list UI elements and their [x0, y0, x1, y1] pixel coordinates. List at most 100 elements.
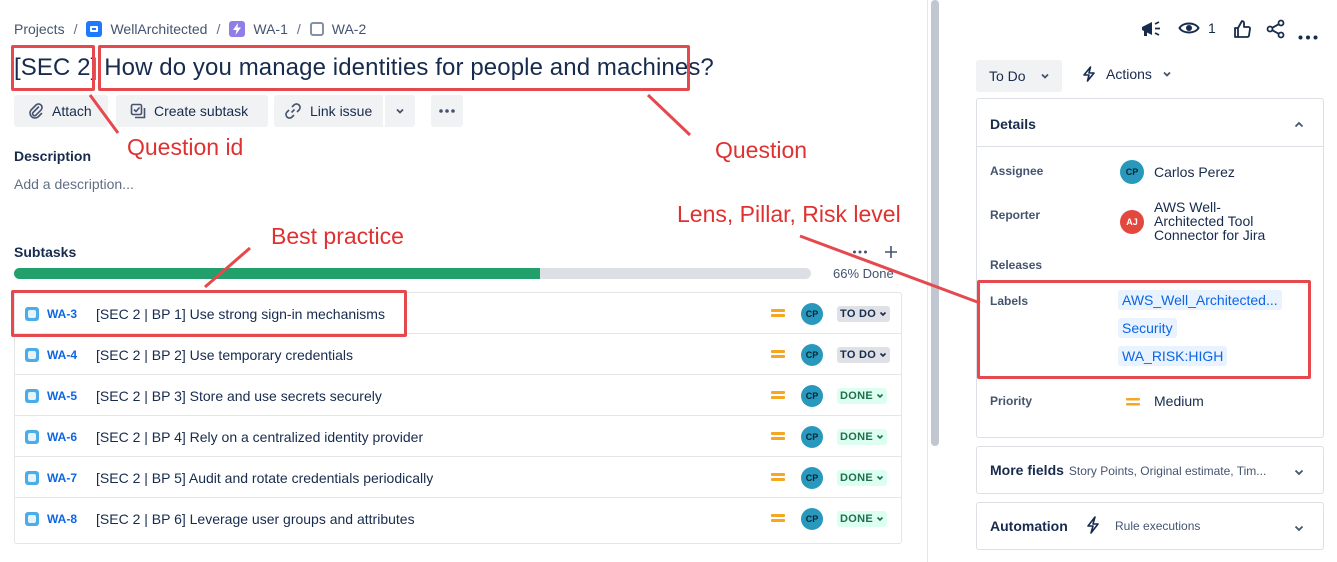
avatar[interactable]: CP: [801, 344, 823, 366]
status-dropdown[interactable]: To Do: [976, 60, 1062, 92]
description-heading: Description: [14, 148, 92, 164]
details-heading: Details: [990, 116, 1036, 132]
reporter-name: AWS Well- Architected Tool Connector for…: [1154, 200, 1265, 242]
actions-dropdown[interactable]: Actions: [1082, 66, 1172, 82]
status-dropdown[interactable]: DONE: [837, 511, 887, 527]
status-badge: TO DO: [840, 308, 877, 320]
more-options-button[interactable]: [1298, 27, 1318, 45]
avatar[interactable]: CP: [801, 426, 823, 448]
vote-button[interactable]: [1233, 19, 1251, 44]
priority-medium-icon: [771, 431, 785, 441]
annotation-best-practice: Best practice: [271, 223, 404, 249]
breadcrumb-parent[interactable]: WA-1: [253, 21, 287, 37]
avatar[interactable]: CP: [801, 385, 823, 407]
subtask-icon: [25, 471, 39, 485]
expand-automation[interactable]: [1293, 521, 1305, 539]
subtask-icon: [130, 103, 146, 119]
subtasks-progress-bar: [14, 268, 811, 279]
attach-button[interactable]: Attach: [14, 95, 108, 127]
task-icon: [309, 22, 324, 36]
chevron-down-icon: [880, 311, 887, 317]
share-button[interactable]: [1266, 19, 1286, 44]
avatar[interactable]: CP: [801, 508, 823, 530]
status-dropdown[interactable]: DONE: [837, 470, 887, 486]
status-dropdown[interactable]: DONE: [837, 388, 887, 404]
description-field[interactable]: Add a description...: [14, 176, 134, 192]
actions-label: Actions: [1106, 66, 1152, 82]
chevron-down-icon: [876, 434, 884, 440]
reporter-name-line: Architected Tool: [1154, 213, 1254, 229]
more-fields-header: More fields Story Points, Original estim…: [990, 462, 1266, 478]
priority-medium-icon: [1126, 395, 1140, 413]
annotation-box-best-practice: [11, 290, 407, 337]
subtasks-more-button[interactable]: [852, 244, 868, 265]
chevron-down-icon: [876, 475, 884, 481]
assignee-label: Assignee: [990, 164, 1044, 178]
more-icon: [439, 109, 455, 113]
priority-medium-icon: [771, 390, 785, 400]
attach-label: Attach: [52, 103, 92, 119]
watch-button[interactable]: 1: [1178, 20, 1216, 36]
chevron-down-icon: [1163, 71, 1171, 77]
priority-medium-icon: [771, 308, 785, 318]
create-subtask-button[interactable]: Create subtask: [116, 95, 268, 127]
avatar: CP: [1120, 160, 1144, 184]
breadcrumb-current[interactable]: WA-2: [332, 21, 366, 37]
subtask-summary[interactable]: [SEC 2 | BP 2] Use temporary credentials: [96, 347, 353, 363]
subtask-key[interactable]: WA-5: [47, 389, 77, 403]
avatar[interactable]: CP: [801, 467, 823, 489]
progress-fill: [14, 268, 541, 279]
breadcrumb-project[interactable]: WellArchitected: [110, 21, 207, 37]
subtask-key[interactable]: WA-8: [47, 512, 77, 526]
more-fields-heading: More fields: [990, 462, 1064, 478]
subtasks-heading: Subtasks: [14, 244, 77, 260]
scrollbar[interactable]: [931, 0, 939, 446]
chevron-down-icon: [1040, 73, 1049, 79]
link-issue-button[interactable]: Link issue: [274, 95, 383, 127]
status-badge: DONE: [840, 472, 873, 484]
lightning-icon: [1086, 516, 1100, 539]
panel-divider: [927, 0, 928, 562]
link-issue-dropdown[interactable]: [385, 95, 415, 127]
epic-icon: [229, 21, 246, 37]
status-dropdown[interactable]: DONE: [837, 429, 887, 445]
breadcrumb: Projects / WellArchitected / WA-1 / WA-2: [14, 19, 366, 39]
add-subtask-button[interactable]: [883, 244, 899, 265]
link-issue-label: Link issue: [310, 103, 373, 119]
table-row[interactable]: WA-6 [SEC 2 | BP 4] Rely on a centralized…: [15, 416, 901, 457]
priority-value[interactable]: Medium: [1154, 393, 1204, 409]
status-dropdown[interactable]: TO DO: [837, 347, 891, 363]
create-subtask-label: Create subtask: [154, 103, 249, 119]
assignee-field[interactable]: CP Carlos Perez: [1120, 160, 1235, 184]
status-dropdown[interactable]: TO DO: [837, 306, 891, 322]
more-actions-button[interactable]: [431, 95, 463, 127]
status-badge: DONE: [840, 431, 873, 443]
chevron-down-icon: [1294, 525, 1304, 532]
reporter-label: Reporter: [990, 208, 1041, 222]
thumbs-up-icon: [1234, 20, 1251, 38]
expand-more-fields[interactable]: [1293, 465, 1305, 483]
subtask-icon: [25, 389, 39, 403]
annotation-question-id: Question id: [127, 134, 244, 160]
subtask-summary[interactable]: [SEC 2 | BP 4] Rely on a centralized ide…: [96, 429, 423, 445]
table-row[interactable]: WA-8 [SEC 2 | BP 6] Leverage user groups …: [15, 498, 901, 539]
breadcrumb-projects[interactable]: Projects: [14, 21, 65, 37]
subtask-key[interactable]: WA-6: [47, 430, 77, 444]
avatar[interactable]: CP: [801, 303, 823, 325]
subtask-key[interactable]: WA-4: [47, 348, 77, 362]
table-row[interactable]: WA-4 [SEC 2 | BP 2] Use temporary credent…: [15, 334, 901, 375]
feedback-button[interactable]: [1140, 19, 1162, 44]
reporter-field[interactable]: AJ: [1120, 210, 1144, 234]
table-row[interactable]: WA-7 [SEC 2 | BP 5] Audit and rotate cred…: [15, 457, 901, 498]
status-badge: TO DO: [840, 349, 877, 361]
subtask-summary[interactable]: [SEC 2 | BP 6] Leverage user groups and …: [96, 511, 415, 527]
breadcrumb-separator: /: [216, 21, 221, 37]
breadcrumb-separator: /: [73, 21, 78, 37]
collapse-button[interactable]: [1293, 118, 1305, 136]
subtask-key[interactable]: WA-7: [47, 471, 77, 485]
table-row[interactable]: WA-5 [SEC 2 | BP 3] Store and use secrets…: [15, 375, 901, 416]
megaphone-icon: [1142, 21, 1160, 36]
subtask-summary[interactable]: [SEC 2 | BP 3] Store and use secrets sec…: [96, 388, 382, 404]
releases-label: Releases: [990, 258, 1043, 272]
subtask-summary[interactable]: [SEC 2 | BP 5] Audit and rotate credenti…: [96, 470, 433, 486]
